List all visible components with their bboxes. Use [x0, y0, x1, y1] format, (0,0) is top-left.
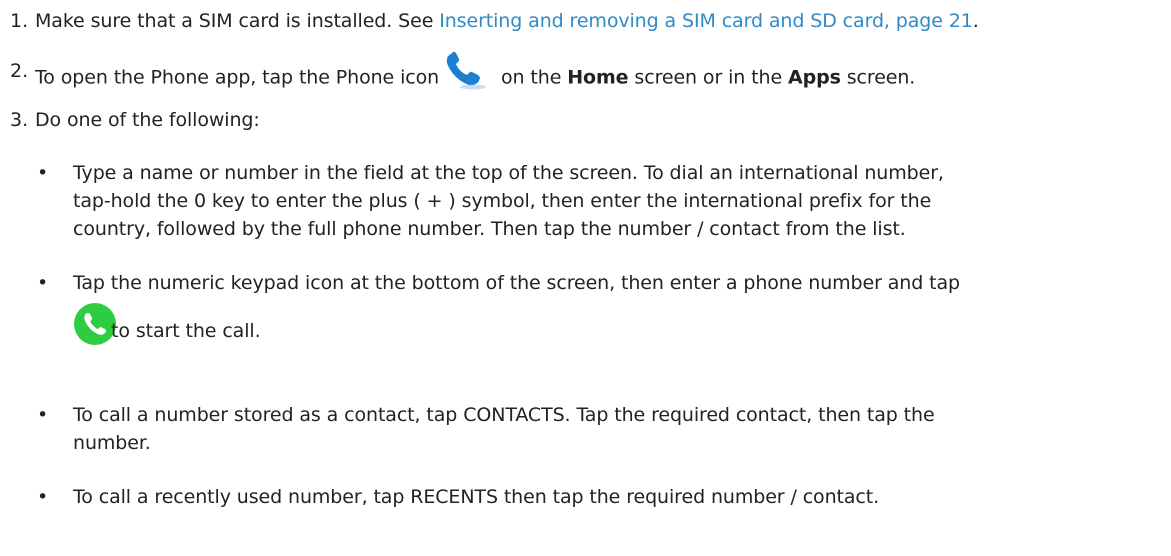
step-1-number: 1. [10, 10, 29, 32]
bullet-3-line-1: To call a number stored as a contact, ta… [73, 404, 935, 426]
step-2-text-d: screen. [840, 66, 916, 89]
document-page: 1. Make sure that a SIM card is installe… [0, 0, 1171, 556]
step-2-text-c: screen or in the [628, 66, 788, 89]
bullet-marker: • [37, 162, 49, 184]
bullet-item-4: • To call a recently used number, tap RE… [35, 484, 1155, 514]
home-label: Home [567, 66, 629, 89]
bullet-marker: • [37, 486, 49, 508]
step-2-text: To open the Phone app, tap the Phone ico… [35, 51, 916, 98]
step-2-number: 2. [10, 60, 29, 82]
bullet-4-line-1: To call a recently used number, tap RECE… [73, 486, 880, 508]
step-2-text-b: on the [495, 66, 568, 89]
bullet-3-line-2: number. [73, 432, 151, 454]
phone-handset-blue-icon [446, 51, 487, 90]
bullet-item-3: • To call a number stored as a contact, … [35, 402, 1155, 462]
step-1-text-after: . [972, 10, 979, 32]
bullet-1-line-2: tap-hold the 0 key to enter the plus ( +… [73, 190, 932, 212]
step-3-text: Do one of the following: [35, 109, 260, 131]
sim-card-link[interactable]: Inserting and removing a SIM card and SD… [439, 10, 973, 32]
step-1-text-before: Make sure that a SIM card is installed. … [35, 10, 440, 32]
apps-label: Apps [787, 66, 841, 89]
bullet-2-line-1: Tap the numeric keypad icon at the botto… [73, 272, 960, 294]
bullet-item-1: • Type a name or number in the field at … [35, 160, 1155, 250]
step-2-text-a: To open the Phone app, tap the Phone ico… [35, 66, 440, 89]
bullet-1-line-3: country, followed by the full phone numb… [73, 218, 906, 240]
step-1-text: Make sure that a SIM card is installed. … [35, 8, 979, 34]
bullet-marker: • [37, 272, 49, 294]
bullet-1-line-1: Type a name or number in the field at th… [73, 162, 944, 184]
bullet-marker: • [37, 404, 49, 426]
bullet-item-2: • Tap the numeric keypad icon at the bot… [35, 270, 1155, 380]
step-3-number: 3. [10, 109, 29, 131]
bullet-2-line-2: to start the call. [111, 320, 261, 342]
